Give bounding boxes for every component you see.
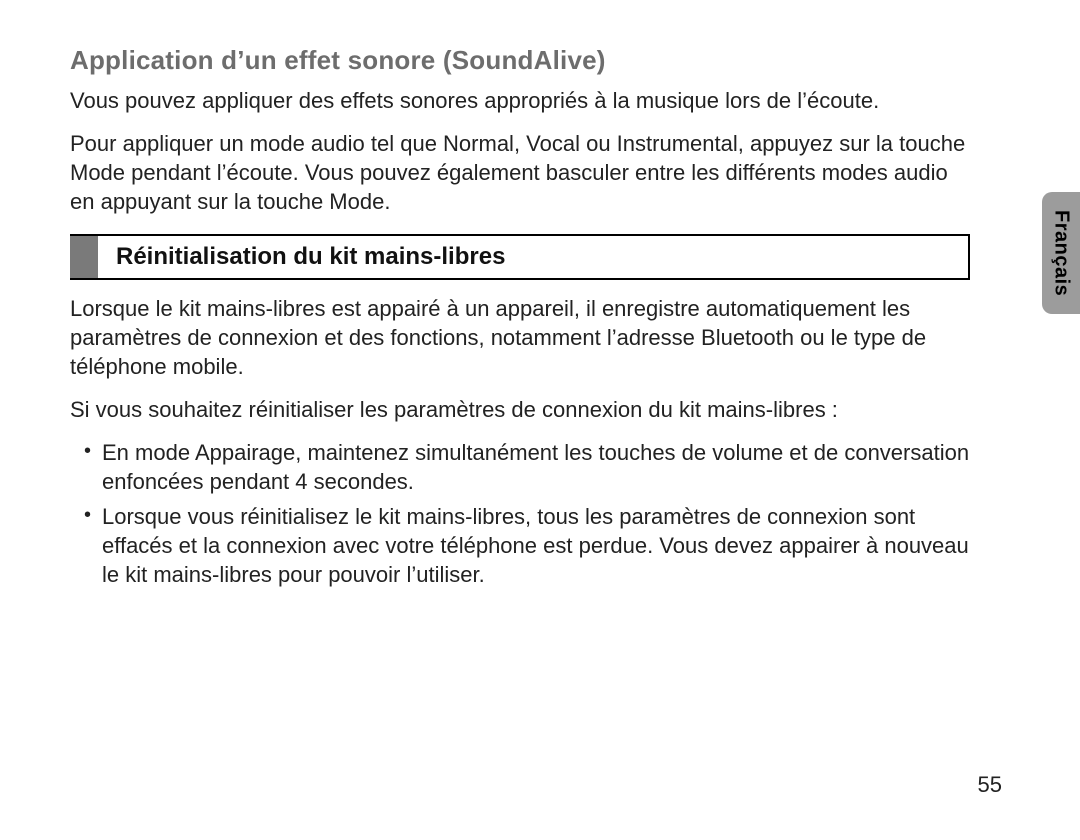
section2-heading: Réinitialisation du kit mains-libres [98,236,505,278]
list-item: En mode Appairage, maintenez simultanéme… [70,438,970,496]
section2-heading-box: Réinitialisation du kit mains-libres [70,234,970,280]
section2-para2: Si vous souhaitez réinitialiser les para… [70,395,970,424]
language-tab: Français [1042,192,1080,314]
section1-para1: Vous pouvez appliquer des effets sonores… [70,86,970,115]
list-item: Lorsque vous réinitialisez le kit mains-… [70,502,970,589]
page-content: Application d’un effet sonore (SoundAliv… [70,45,970,603]
section2-bullets: En mode Appairage, maintenez simultanéme… [70,438,970,589]
section-heading-bar [70,236,98,278]
language-tab-label: Français [1050,210,1073,296]
section2-para1: Lorsque le kit mains-libres est appairé … [70,294,970,381]
section1-heading: Application d’un effet sonore (SoundAliv… [70,45,970,76]
page-number: 55 [978,772,1002,798]
section1-para2: Pour appliquer un mode audio tel que Nor… [70,129,970,216]
